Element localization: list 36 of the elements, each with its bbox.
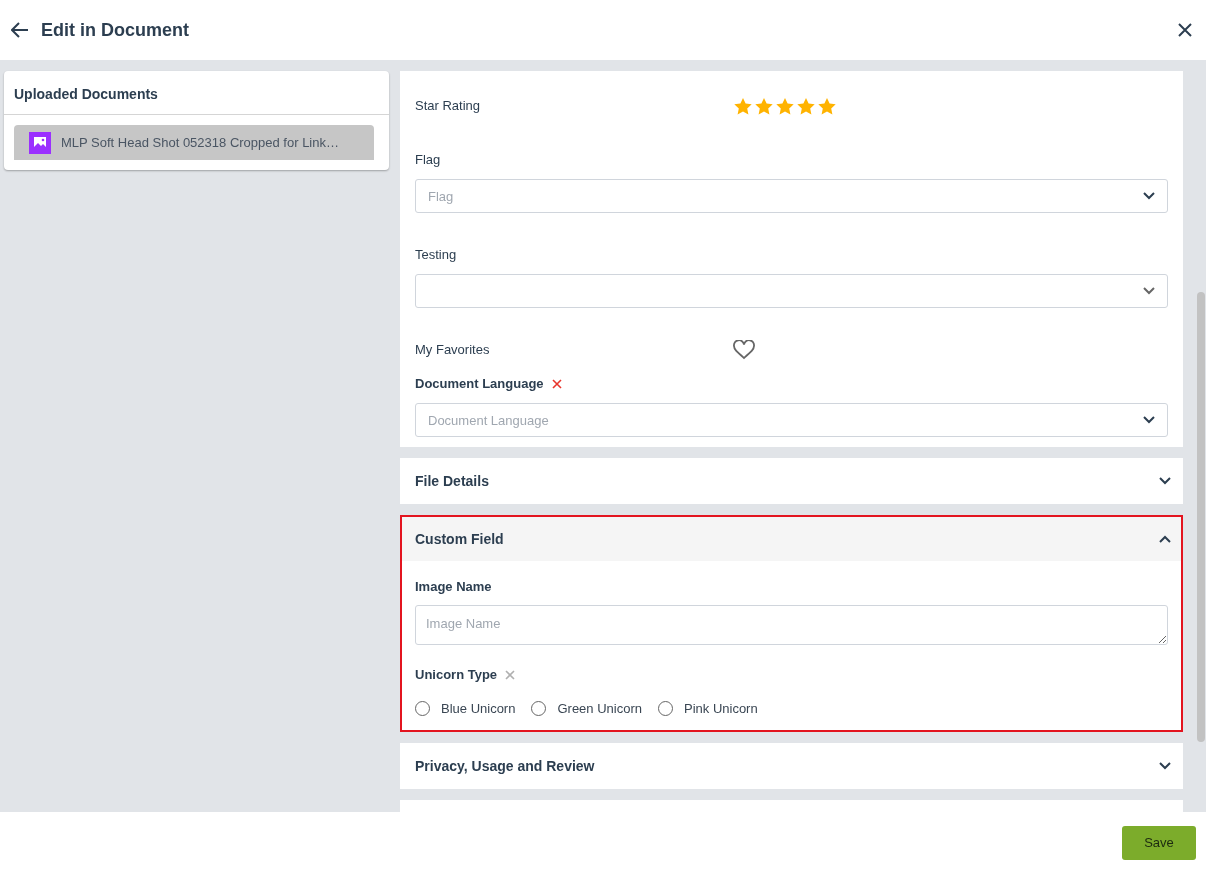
field-label: Star Rating	[415, 97, 481, 115]
dropdown-field[interactable]	[415, 274, 1168, 308]
favorite-button[interactable]	[733, 340, 755, 360]
page-title: Edit in Document	[41, 19, 190, 41]
field-label: Flag	[415, 151, 441, 169]
chevron-down-icon	[1159, 762, 1171, 770]
chevron-up-icon	[1159, 535, 1171, 543]
section-header[interactable]: Custom Field	[402, 517, 1181, 561]
radio-option[interactable]: Green Unicorn	[531, 700, 642, 716]
field-label: My Favorites	[415, 341, 490, 359]
chevron-down-icon	[1143, 192, 1155, 200]
close-icon	[1178, 23, 1192, 37]
close-button[interactable]	[1178, 23, 1192, 37]
save-button[interactable]: Save	[1122, 825, 1196, 860]
star-icon[interactable]	[733, 96, 753, 116]
chevron-down-icon	[1143, 287, 1155, 295]
document-item[interactable]: MLP Soft Head Shot 052318 Cropped for Link…	[14, 125, 374, 160]
chevron-down-icon	[1143, 416, 1155, 424]
field-label: Testing	[415, 246, 457, 264]
field-label: Unicorn Type	[415, 666, 498, 684]
star-icon[interactable]	[817, 96, 837, 116]
image-icon	[29, 131, 51, 154]
scrollbar[interactable]	[1197, 292, 1205, 742]
field-label: Image Name	[415, 578, 492, 596]
back-button[interactable]	[11, 22, 29, 38]
chevron-down-icon	[1159, 477, 1171, 485]
back-arrow-icon	[11, 22, 29, 38]
text-area[interactable]: Image Name	[415, 605, 1168, 645]
field-label: Document Language	[415, 375, 544, 393]
clear-button[interactable]	[505, 670, 516, 680]
radio-option[interactable]: Pink Unicorn	[658, 700, 758, 716]
star-icon[interactable]	[775, 96, 795, 116]
star-icon[interactable]	[796, 96, 816, 116]
panel-title: Uploaded Documents	[4, 71, 389, 115]
radio-option[interactable]: Blue Unicorn	[415, 700, 516, 716]
star-icon[interactable]	[754, 96, 774, 116]
